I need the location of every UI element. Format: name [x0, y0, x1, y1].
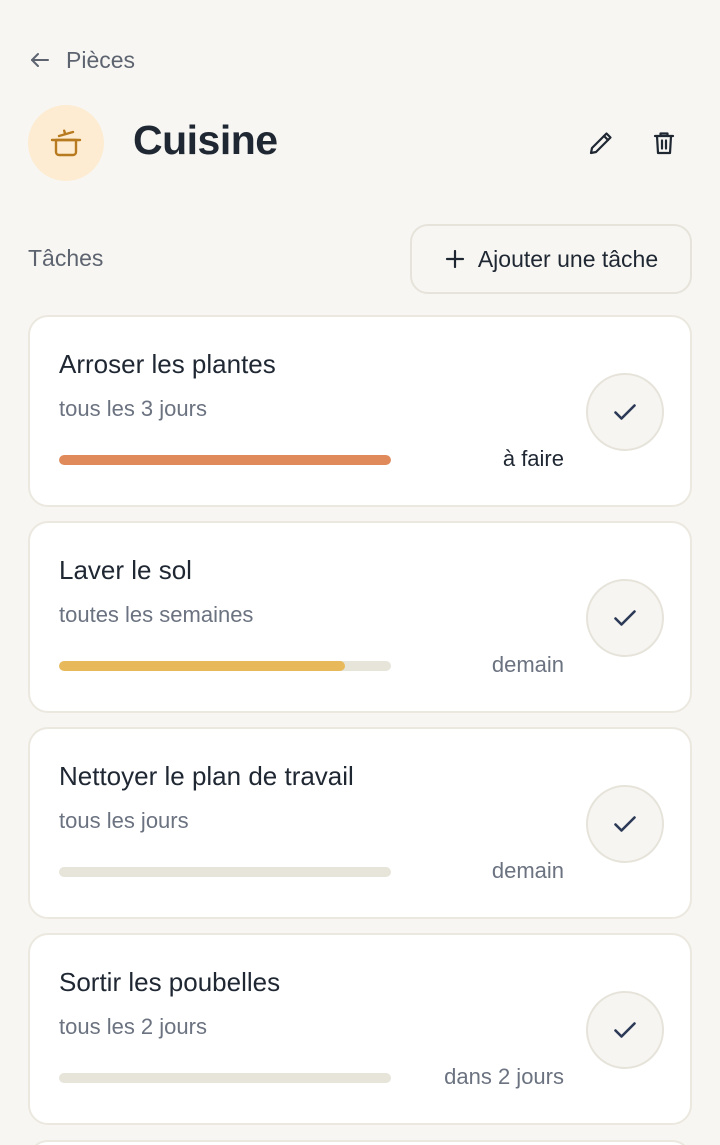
edit-room-button[interactable]: [578, 120, 624, 166]
task-frequency: toutes les semaines: [59, 602, 254, 627]
task-due-status: dans 2 jours: [444, 1064, 564, 1089]
task-frequency: tous les 2 jours: [59, 1014, 207, 1039]
back-link[interactable]: Pièces: [28, 44, 135, 76]
check-icon: [614, 816, 636, 832]
back-label: Pièces: [66, 46, 136, 73]
task-frequency: tous les 3 jours: [59, 396, 207, 421]
task-due-status: demain: [491, 652, 564, 677]
complete-task-button[interactable]: [586, 991, 664, 1069]
complete-task-button[interactable]: [586, 785, 664, 863]
task-name: Laver le sol: [59, 555, 192, 585]
add-task-button[interactable]: Ajouter une tâche: [410, 224, 692, 294]
page-title: Cuisine: [133, 117, 278, 163]
task-card: Laver le sol toutes les semaines demain: [28, 521, 692, 713]
task-progress-fill: [59, 661, 345, 671]
task-progress-bar: [59, 867, 391, 877]
arrow-left-icon: [31, 53, 49, 67]
task-frequency: tous les jours: [59, 808, 189, 833]
check-icon: [614, 1022, 636, 1038]
tasks-section-label: Tâches: [28, 245, 104, 271]
task-progress-bar: [59, 455, 391, 465]
plus-icon: [445, 249, 464, 269]
task-name: Sortir les poubelles: [59, 967, 281, 997]
complete-task-button[interactable]: [586, 579, 664, 657]
pencil-icon: [589, 132, 612, 155]
cooking-pot-icon: [50, 129, 82, 157]
task-card: Nettoyer le plan de travail tous les jou…: [28, 727, 692, 919]
delete-room-button[interactable]: [641, 120, 687, 166]
check-icon: [614, 404, 636, 420]
task-name: Arroser les plantes: [59, 349, 276, 379]
task-due-status: demain: [491, 858, 564, 883]
task-card: Arroser les plantes tous les 3 jours à f…: [28, 315, 692, 507]
complete-task-button[interactable]: [586, 373, 664, 451]
task-card-partial: [28, 1140, 692, 1145]
check-icon: [614, 610, 636, 626]
trash-icon: [653, 132, 675, 155]
room-avatar: [28, 105, 104, 181]
task-progress-bar: [59, 661, 391, 671]
task-name: Nettoyer le plan de travail: [59, 761, 354, 791]
task-progress-bar: [59, 1073, 391, 1083]
task-card: Sortir les poubelles tous les 2 jours da…: [28, 933, 692, 1125]
task-due-status: à faire: [502, 446, 564, 471]
task-progress-fill: [59, 455, 391, 465]
room-detail-page: Pièces Cuisine Tâches Ajouter une tâche: [0, 0, 720, 1145]
add-task-label: Ajouter une tâche: [477, 245, 659, 272]
